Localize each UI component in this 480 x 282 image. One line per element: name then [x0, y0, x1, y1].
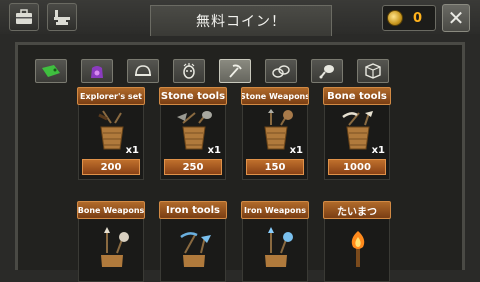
item-name: Bone tools	[323, 87, 391, 105]
ticket-icon	[42, 65, 60, 77]
tab-mask[interactable]	[173, 59, 205, 83]
item-quantity: x1	[125, 145, 139, 156]
tab-storage[interactable]	[357, 59, 389, 83]
page-title: 無料コイン！	[196, 14, 286, 30]
coin-balance: 0	[382, 5, 436, 31]
item-name: Stone tools	[159, 87, 227, 105]
briefcase-icon	[16, 9, 32, 24]
item-card-bone-weapons[interactable]: Bone Weapons	[77, 201, 145, 282]
item-name: Explorer's set	[77, 87, 145, 105]
gift-bag-icon	[91, 66, 103, 78]
tab-gift-bag[interactable]	[81, 59, 113, 83]
item-card-bone-tools[interactable]: Bone tools x1 1000	[323, 87, 391, 180]
inventory-button[interactable]	[9, 3, 39, 31]
pickaxe-icon	[229, 64, 242, 78]
item-price-button[interactable]: 150	[246, 159, 304, 175]
item-card-torch[interactable]: たいまつ	[323, 201, 391, 282]
item-name: Iron tools	[159, 201, 227, 219]
tab-resources[interactable]	[265, 59, 297, 83]
item-name: Iron Weapons	[241, 201, 309, 219]
item-name: Stone Weapons	[241, 87, 309, 105]
coin-icon	[387, 10, 403, 26]
item-price-button[interactable]: 1000	[328, 159, 386, 175]
tab-food[interactable]	[311, 59, 343, 83]
item-card-iron-tools[interactable]: Iron tools	[159, 201, 227, 282]
crate-icon	[365, 63, 381, 79]
item-name: たいまつ	[323, 201, 391, 219]
close-icon: ✕	[447, 6, 465, 30]
crafting-button[interactable]	[47, 3, 77, 31]
torch-icon	[351, 231, 365, 267]
top-bar: 無料コイン！ 0 ✕	[0, 0, 480, 36]
rocks-icon	[272, 65, 290, 78]
item-card-stone-tools[interactable]: Stone tools x1 250	[159, 87, 227, 180]
tab-helmet[interactable]	[127, 59, 159, 83]
item-price-button[interactable]: 200	[82, 159, 140, 175]
item-quantity: x1	[207, 145, 221, 156]
item-name: Bone Weapons	[77, 201, 145, 219]
tribal-mask-icon	[183, 63, 195, 79]
item-quantity: x1	[371, 145, 385, 156]
item-card-iron-weapons[interactable]: Iron Weapons	[241, 201, 309, 282]
iron-weapons-basket-icon	[265, 227, 293, 267]
tab-ticket[interactable]	[35, 59, 67, 83]
item-card-explorers-set[interactable]: Explorer's set x1 200	[77, 87, 145, 180]
item-quantity: x1	[289, 145, 303, 156]
item-card-stone-weapons[interactable]: Stone Weapons x1 150	[241, 87, 309, 180]
category-tabs	[35, 59, 389, 85]
coin-count: 0	[413, 10, 423, 26]
item-price-button[interactable]: 250	[164, 159, 222, 175]
tab-tools[interactable]	[219, 59, 251, 83]
close-button[interactable]: ✕	[442, 4, 470, 32]
helmet-icon	[135, 65, 151, 76]
title-plate: 無料コイン！	[150, 5, 332, 36]
iron-tools-basket-icon	[180, 232, 211, 267]
anvil-icon	[54, 10, 70, 25]
bone-weapons-basket-icon	[101, 227, 129, 267]
meat-icon	[319, 65, 334, 79]
